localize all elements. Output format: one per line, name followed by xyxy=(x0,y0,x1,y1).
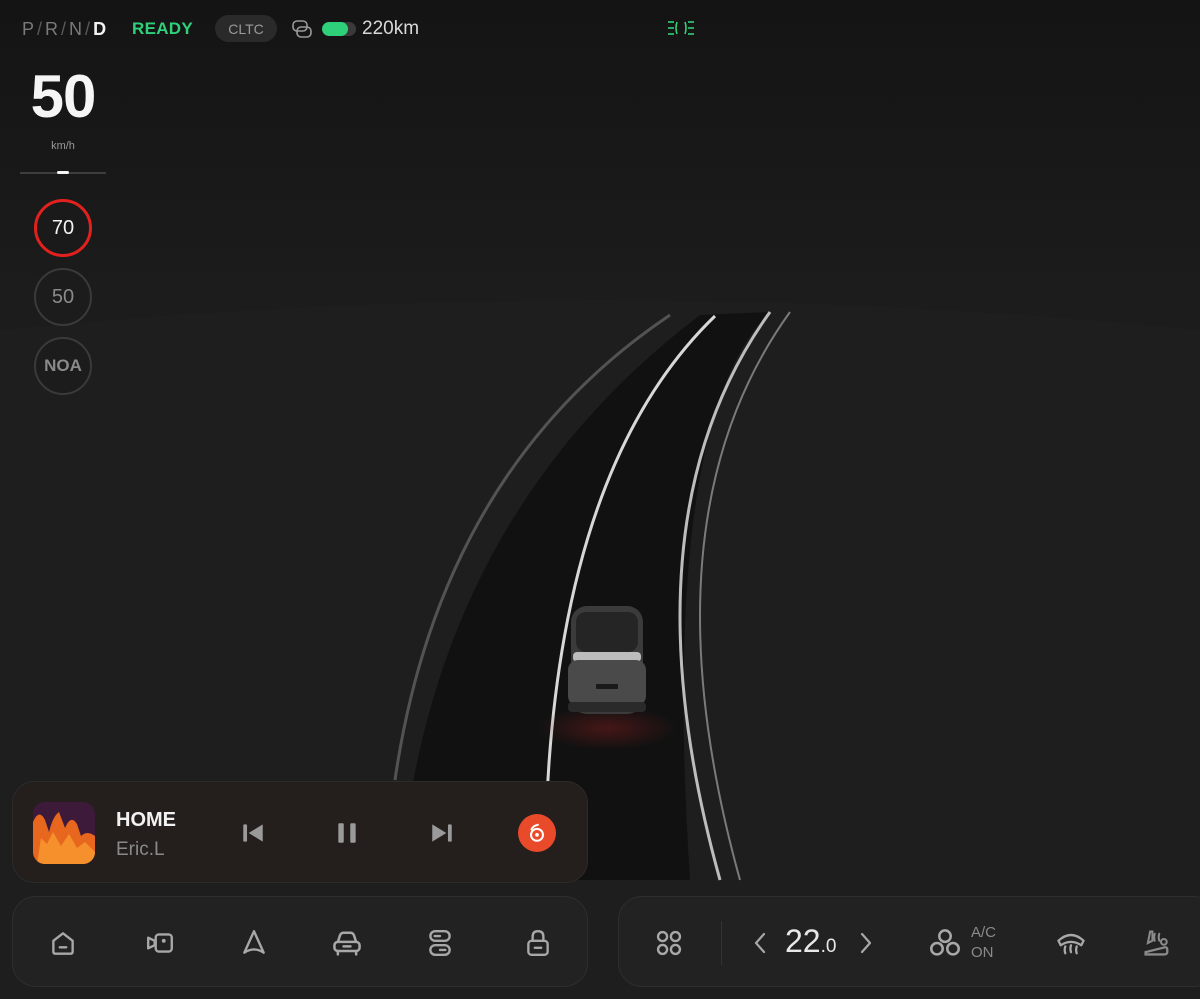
gear-separator: / xyxy=(85,19,92,39)
fan-button[interactable] xyxy=(927,925,963,961)
ac-status[interactable]: A/C ON xyxy=(971,923,996,963)
camera-icon xyxy=(147,933,173,953)
navigation-button[interactable] xyxy=(236,925,272,961)
temp-up-icon[interactable] xyxy=(859,931,873,955)
lock-button[interactable] xyxy=(520,925,556,961)
previous-button[interactable] xyxy=(235,815,271,851)
music-app-icon xyxy=(530,823,544,842)
noa-button[interactable]: NOA xyxy=(34,337,92,395)
temp-integer: 22 xyxy=(785,923,821,959)
gear-n: N xyxy=(69,19,84,39)
track-title: HOME xyxy=(116,809,176,831)
lock-icon xyxy=(527,930,549,956)
ac-state: ON xyxy=(971,944,994,961)
media-player: HOME Eric.L xyxy=(12,781,588,883)
ego-vehicle xyxy=(568,606,646,714)
dock-divider xyxy=(721,921,722,965)
home-icon xyxy=(52,932,74,955)
speed-unit: km/h xyxy=(51,140,75,152)
seat-heat-button[interactable] xyxy=(1139,925,1175,961)
music-app-button[interactable] xyxy=(518,814,556,852)
pause-button[interactable] xyxy=(329,815,365,851)
connect-icon xyxy=(292,20,312,38)
speed-value: 50 xyxy=(30,63,97,130)
ac-label: A/C xyxy=(971,924,997,941)
previous-icon xyxy=(243,824,263,842)
car-icon xyxy=(333,931,361,956)
toggle-button[interactable] xyxy=(422,925,458,961)
home-button[interactable] xyxy=(45,925,81,961)
track-artist: Eric.L xyxy=(116,839,165,860)
next-icon xyxy=(432,824,452,842)
cruise-speed-button[interactable]: 50 xyxy=(34,268,92,326)
navigation-icon xyxy=(243,930,265,954)
car-button[interactable] xyxy=(329,925,365,961)
next-button[interactable] xyxy=(424,815,460,851)
cabin-temperature: 22.0 xyxy=(785,923,836,960)
gear-separator: / xyxy=(61,19,68,39)
gear-r: R xyxy=(45,19,60,39)
apps-button[interactable] xyxy=(651,925,687,961)
range-mode-badge[interactable]: CLTC xyxy=(215,15,277,42)
speed-limit-sign: 70 xyxy=(34,199,92,257)
battery-indicator xyxy=(322,22,356,36)
camera-button[interactable] xyxy=(142,925,178,961)
defrost-button[interactable] xyxy=(1053,925,1089,961)
album-art[interactable] xyxy=(33,802,95,864)
fan-icon xyxy=(930,929,960,956)
defrost-icon xyxy=(1057,933,1085,955)
gear-d: D xyxy=(93,19,108,39)
range-value: 220km xyxy=(362,18,420,39)
climate-dock: 22.0 A/C ON xyxy=(618,896,1200,987)
pause-icon xyxy=(338,823,356,843)
headlight-icon xyxy=(668,21,694,35)
ready-status: READY xyxy=(132,19,194,38)
temp-decimal: .0 xyxy=(820,936,837,957)
gear-selector: P / R / N / D xyxy=(22,19,107,40)
gear-separator: / xyxy=(37,19,44,39)
speed-scale-marker xyxy=(57,171,69,174)
apps-icon xyxy=(656,930,682,956)
vehicle-dock xyxy=(12,896,588,987)
seat-heat-icon xyxy=(1144,930,1169,956)
battery-fill xyxy=(322,22,348,36)
toggle-icon xyxy=(429,930,451,956)
gear-p: P xyxy=(22,19,36,39)
temp-down-icon[interactable] xyxy=(753,931,767,955)
